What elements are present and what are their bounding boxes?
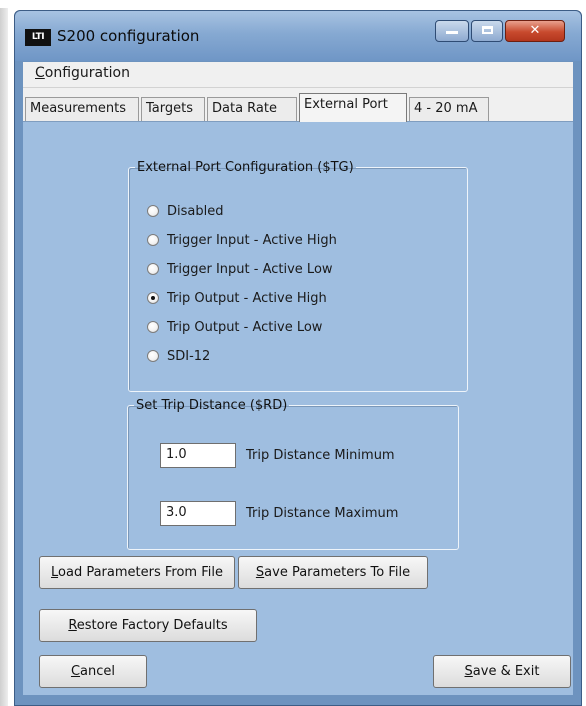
- external-port-group: External Port Configuration ($TG) Disabl…: [128, 160, 468, 392]
- restore-factory-defaults-button[interactable]: Restore Factory Defaults: [39, 609, 257, 642]
- trip-distance-maximum-input[interactable]: 3.0: [160, 501, 236, 526]
- window-bottom-border: [15, 695, 581, 705]
- menu-configuration-label: onfiguration: [44, 65, 130, 81]
- tab-external-port[interactable]: External Port: [299, 93, 407, 122]
- close-button[interactable]: ✕: [505, 20, 565, 42]
- app-logo-icon: LTI: [25, 29, 51, 46]
- option-trip-output-low-label: Trip Output - Active Low: [167, 319, 323, 335]
- tab-targets[interactable]: Targets: [141, 97, 205, 121]
- option-trip-output-low[interactable]: Trip Output - Active Low: [147, 317, 322, 337]
- menu-configuration[interactable]: Configuration: [35, 65, 130, 81]
- external-port-legend: External Port Configuration ($TG): [137, 160, 354, 175]
- option-trip-output-high-label: Trip Output - Active High: [167, 290, 327, 306]
- save-parameters-mnemonic: S: [255, 565, 265, 580]
- trip-distance-minimum-label: Trip Distance Minimum: [246, 448, 395, 463]
- trip-distance-legend: Set Trip Distance ($RD): [136, 398, 288, 413]
- option-disabled-label: Disabled: [167, 203, 224, 219]
- option-trip-output-high[interactable]: Trip Output - Active High: [147, 288, 327, 308]
- load-parameters-label: oad Parameters From File: [58, 565, 223, 580]
- option-trigger-input-low-label: Trigger Input - Active Low: [167, 261, 333, 277]
- load-parameters-button[interactable]: Load Parameters From File: [39, 556, 235, 589]
- title-bar[interactable]: LTI S200 configuration ✕: [15, 11, 581, 61]
- load-parameters-mnemonic: L: [51, 565, 59, 580]
- tab-strip: Measurements Targets Data Rate External …: [23, 88, 573, 122]
- option-trigger-input-high[interactable]: Trigger Input - Active High: [147, 230, 337, 250]
- option-trigger-input-high-label: Trigger Input - Active High: [167, 232, 337, 248]
- background-window-edge: [0, 8, 8, 706]
- tab-measurements[interactable]: Measurements: [25, 97, 139, 121]
- save-exit-mnemonic: S: [464, 664, 473, 679]
- restore-defaults-label: estore Factory Defaults: [76, 618, 228, 633]
- save-parameters-label: ave Parameters To File: [264, 565, 411, 580]
- minimize-icon: [446, 31, 458, 34]
- cancel-button[interactable]: Cancel: [39, 655, 147, 688]
- cancel-label: ancel: [80, 664, 116, 679]
- external-port-panel: External Port Configuration ($TG) Disabl…: [23, 121, 573, 698]
- option-sdi-12[interactable]: SDI-12: [147, 346, 210, 366]
- option-disabled[interactable]: Disabled: [147, 201, 223, 221]
- save-and-exit-button[interactable]: Save & Exit: [433, 655, 571, 688]
- radio-trigger-input-high[interactable]: [147, 234, 159, 246]
- radio-sdi-12[interactable]: [147, 350, 159, 362]
- close-icon: ✕: [529, 23, 541, 38]
- maximize-icon: [481, 26, 493, 34]
- minimize-button[interactable]: [435, 20, 469, 42]
- menu-bar: Configuration: [23, 62, 573, 88]
- radio-disabled[interactable]: [147, 205, 159, 217]
- cancel-mnemonic: C: [70, 664, 81, 679]
- menu-configuration-mnemonic: C: [35, 65, 45, 81]
- radio-trip-output-low[interactable]: [147, 321, 159, 333]
- option-sdi-12-label: SDI-12: [167, 348, 211, 364]
- maximize-button[interactable]: [471, 20, 503, 42]
- trip-distance-maximum-label: Trip Distance Maximum: [246, 506, 399, 521]
- trip-distance-group: Set Trip Distance ($RD) 1.0 Trip Distanc…: [127, 398, 459, 550]
- tab-4-20-ma[interactable]: 4 - 20 mA: [409, 97, 489, 121]
- trip-distance-minimum-input[interactable]: 1.0: [160, 443, 236, 468]
- save-exit-label: ave & Exit: [472, 664, 540, 679]
- radio-trip-output-high[interactable]: [147, 292, 159, 304]
- radio-trigger-input-low[interactable]: [147, 263, 159, 275]
- tab-data-rate[interactable]: Data Rate: [207, 97, 297, 121]
- option-trigger-input-low[interactable]: Trigger Input - Active Low: [147, 259, 333, 279]
- restore-defaults-mnemonic: R: [68, 618, 77, 633]
- window-title: S200 configuration: [57, 27, 200, 45]
- save-parameters-button[interactable]: Save Parameters To File: [238, 556, 428, 589]
- s200-configuration-window: LTI S200 configuration ✕ Configuration M…: [14, 10, 582, 706]
